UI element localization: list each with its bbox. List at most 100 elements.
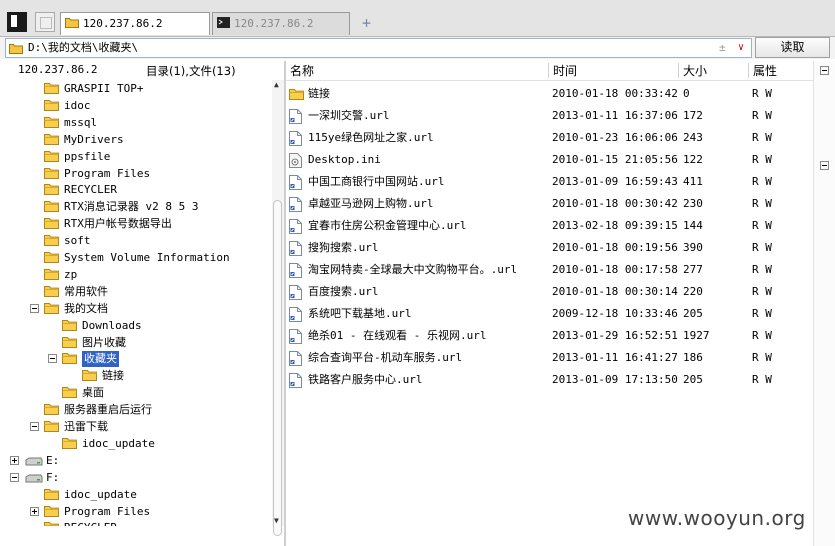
column-name[interactable]: 名称 [290,62,314,79]
tree-item-label: E: [46,453,60,467]
file-time: 2010-01-18 00:30:42 [552,197,678,210]
file-row[interactable]: 链接 2010-01-18 00:33:42 0 R W [286,84,813,106]
file-row[interactable]: 铁路客户服务中心.url 2013-01-09 17:13:50 205 R W [286,370,813,392]
file-row[interactable]: 卓越亚马逊网上购物.url 2010-01-18 00:30:42 230 R W [286,194,813,216]
file-row[interactable]: 一深圳交警.url 2013-01-11 16:37:06 172 R W [286,106,813,128]
file-row[interactable]: 系统吧下载基地.url 2009-12-18 10:33:46 205 R W [286,304,813,326]
tree-item-label: 图片收藏 [82,335,126,349]
tree-item-label: idoc_update [64,487,137,501]
folder-icon [62,437,77,454]
file-attr: R W [752,351,772,364]
address-bar: D:\我的文档\收藏夹\ ± ∨ 读取 [0,37,835,59]
tree-item-label: RECYCLER [64,183,117,197]
path-text: D:\我的文档\收藏夹\ [28,41,139,54]
file-size: 122 [683,153,703,166]
file-row[interactable]: 115ye绿色网址之家.url 2010-01-23 16:06:06 243 R W [286,128,813,150]
folder-icon [44,167,59,184]
folder-icon [44,488,59,505]
path-input[interactable]: D:\我的文档\收藏夹\ ± ∨ [5,38,752,58]
file-name: 卓越亚马逊网上购物.url [308,197,434,210]
tab-bar: 120.237.86.2 120.237.86.2 + [0,0,835,37]
expand-icon[interactable] [30,506,39,516]
file-name: 115ye绿色网址之家.url [308,131,434,144]
collapse-icon[interactable] [48,354,57,364]
file-size: 390 [683,241,703,254]
tree-scrollbar[interactable]: ▲ ▼ [272,80,284,536]
tree-item-label: MyDrivers [64,132,124,146]
file-size: 230 [683,197,703,210]
file-row[interactable]: 综合查询平台-机动车服务.url 2013-01-11 16:41:27 186 R … [286,348,813,370]
file-attr: R W [752,153,772,166]
tree-item-label: ppsfile [64,149,111,163]
scroll-down-icon[interactable]: ▼ [274,516,279,525]
file-name: 宜春市住房公积金管理中心.url [308,219,467,232]
column-size[interactable]: 大小 [683,62,707,79]
tab-inactive[interactable]: 120.237.86.2 [212,12,350,35]
file-name: Desktop.ini [308,153,381,166]
folder-icon [44,521,59,526]
expand-icon[interactable] [10,455,19,465]
stepper-icon[interactable]: ± [719,39,726,57]
file-attr: R W [752,373,772,386]
read-button[interactable]: 读取 [755,37,830,58]
folder-icon [62,336,77,353]
file-attr: R W [752,197,772,210]
file-attr: R W [752,175,772,188]
tree-item-label: 迅雷下载 [64,420,108,433]
collapse-icon[interactable] [820,161,829,170]
file-size: 1927 [683,329,710,342]
column-time[interactable]: 时间 [553,62,577,79]
file-row[interactable]: 淘宝网特卖-全球最大中文购物平台。.url 2010-01-18 00:17:58… [286,260,813,282]
file-name: 系统吧下载基地.url [308,307,412,320]
file-time: 2010-01-18 00:30:14 [552,285,678,298]
folder-icon [44,251,59,268]
file-time: 2013-01-09 16:59:43 [552,175,678,188]
file-list-header: 名称 时间 大小 属性 [286,61,813,81]
file-name: 绝杀01 - 在线观看 - 乐视网.url [308,329,487,342]
file-size: 205 [683,373,703,386]
tab-label: 120.237.86.2 [83,17,163,30]
file-size: 411 [683,175,703,188]
directory-tree: GRASPII TOP+ idoc mssql MyDrivers ppsfile Pro… [0,80,272,526]
folder-icon [62,352,77,369]
new-tab-button[interactable]: + [362,12,371,34]
file-row[interactable]: 宜春市住房公积金管理中心.url 2013-02-18 09:39:15 144 R … [286,216,813,238]
drive-icon [25,473,43,489]
file-size: 277 [683,263,703,276]
tree-item-label: 常用软件 [64,284,108,298]
file-name: 铁路客户服务中心.url [308,373,423,386]
file-size: 186 [683,351,703,364]
tree-item-label: mssql [64,115,98,129]
file-row[interactable]: Desktop.ini 2010-01-15 21:05:56 122 R W [286,150,813,172]
file-row[interactable]: 中国工商银行中国网站.url 2013-01-09 16:59:43 411 R W [286,172,813,194]
file-time: 2013-01-11 16:41:27 [552,351,678,364]
scroll-up-icon[interactable]: ▲ [274,80,279,89]
folder-icon [44,150,59,167]
file-row[interactable]: 绝杀01 - 在线观看 - 乐视网.url 2013-01-29 16:52:51… [286,326,813,348]
tab-active[interactable]: 120.237.86.2 [60,12,210,35]
collapse-icon[interactable] [820,66,829,75]
collapse-icon[interactable] [30,422,39,431]
file-name: 搜狗搜索.url [308,241,379,254]
folder-icon [44,200,59,217]
collapse-icon[interactable] [10,472,19,482]
file-time: 2009-12-18 10:33:46 [552,307,678,320]
dir-file-count: 目录(1),文件(13) [146,64,236,78]
folder-icon [44,183,59,200]
blank-tab-icon[interactable] [35,12,55,32]
file-attr: R W [752,109,772,122]
folder-icon [44,420,59,437]
tree-item-label: Program Files [64,166,151,180]
file-row[interactable]: 搜狗搜索.url 2010-01-18 00:19:56 390 R W [286,238,813,260]
scrollbar-thumb[interactable] [273,200,282,536]
folder-icon [44,133,59,150]
right-strip [813,61,835,546]
file-row[interactable]: 百度搜索.url 2010-01-18 00:30:14 220 R W [286,282,813,304]
column-attr[interactable]: 属性 [753,62,777,79]
tab-label: 120.237.86.2 [234,17,314,30]
collapse-icon[interactable] [30,303,39,313]
sidebar-toggle-icon[interactable] [7,12,27,32]
folder-icon [44,82,59,99]
file-size: 144 [683,219,703,232]
chevron-down-icon[interactable]: ∨ [738,39,744,57]
